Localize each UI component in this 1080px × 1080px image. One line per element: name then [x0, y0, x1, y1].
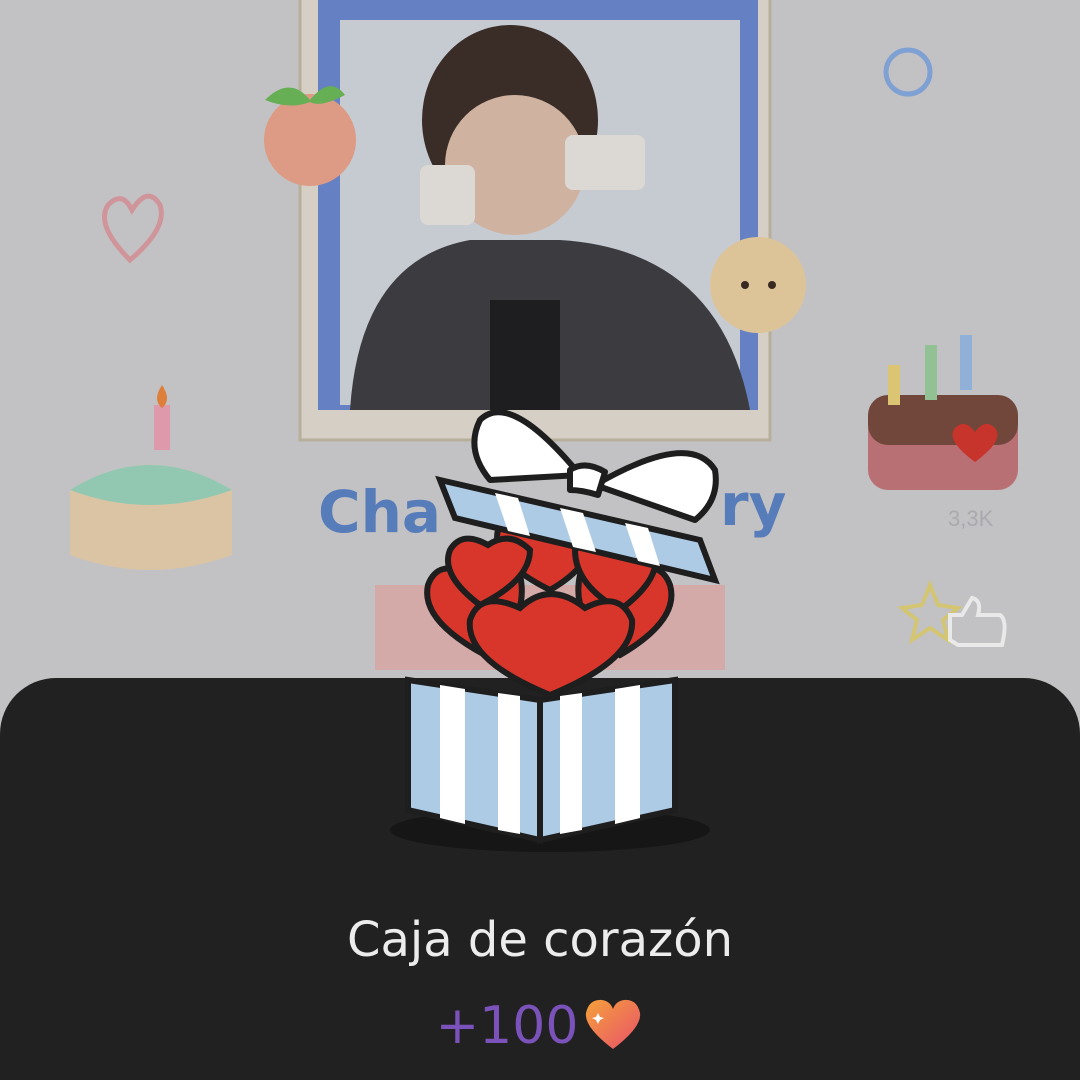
- heart-icon: [582, 997, 644, 1056]
- gift-name: Caja de corazón: [346, 912, 734, 968]
- reward-amount: +100: [435, 996, 579, 1056]
- reward-row: +100: [0, 996, 1080, 1056]
- gift-box-icon: [370, 390, 730, 860]
